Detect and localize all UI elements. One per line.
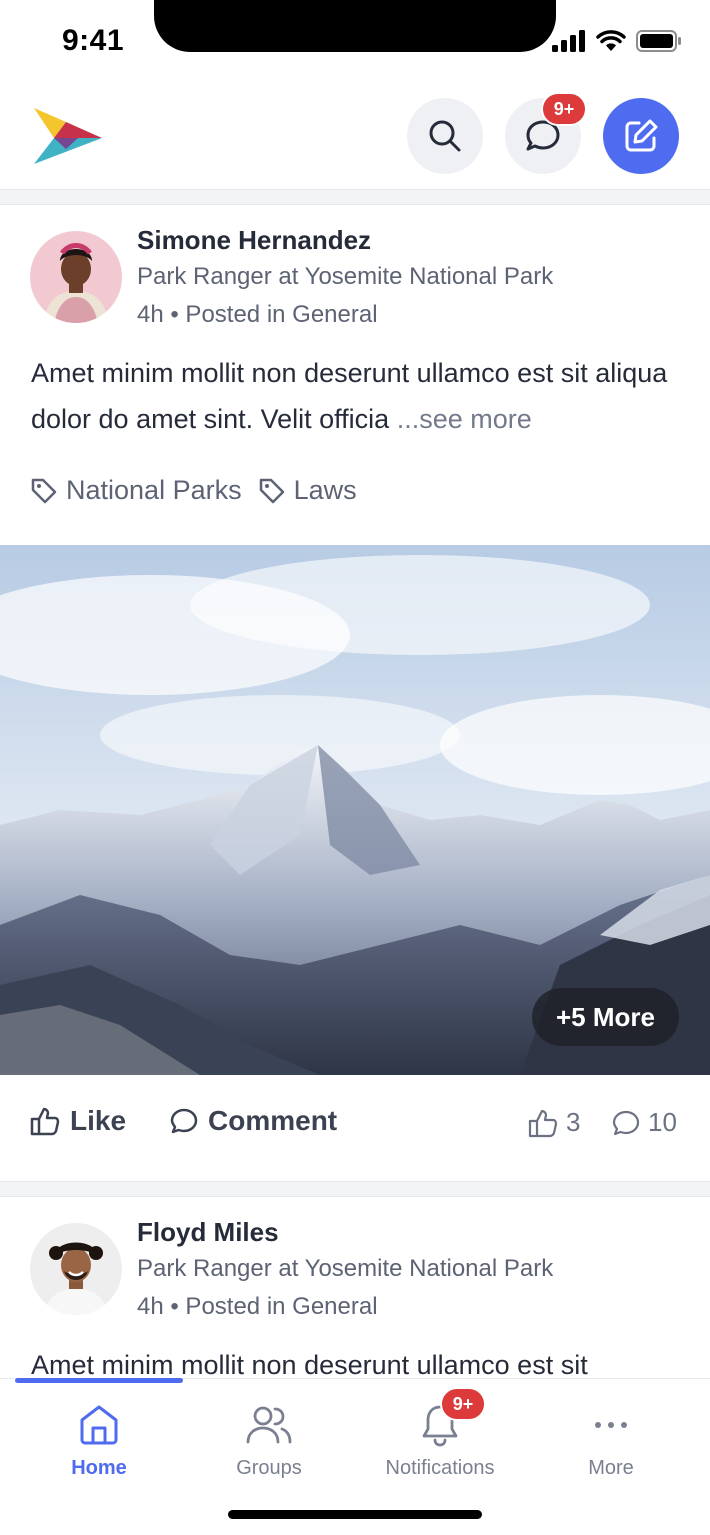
post-tags: National Parks Laws <box>30 475 357 506</box>
search-button[interactable] <box>407 98 483 174</box>
see-more-link[interactable]: ...see more <box>397 404 532 434</box>
tag-icon <box>31 478 57 503</box>
battery-icon <box>636 30 681 52</box>
home-indicator <box>228 1510 482 1519</box>
post-text: Amet minim mollit non deserunt ullamco e… <box>31 350 681 442</box>
status-bar: 9:41 <box>0 0 710 88</box>
tab-groups[interactable]: Groups <box>180 1379 358 1499</box>
tag-label: National Parks <box>66 475 242 505</box>
like-count-value: 3 <box>566 1107 581 1137</box>
tab-label: Groups <box>236 1457 302 1479</box>
comment-icon <box>612 1110 640 1135</box>
tab-more[interactable]: More <box>522 1379 700 1499</box>
tag-national-parks[interactable]: National Parks <box>30 475 242 506</box>
home-icon <box>80 1405 118 1445</box>
tag-laws[interactable]: Laws <box>258 475 357 506</box>
thumbs-up-icon <box>528 1109 558 1137</box>
tag-icon <box>259 478 284 503</box>
post-meta: 4h • Posted in General <box>137 301 378 328</box>
tab-label: More <box>588 1457 634 1479</box>
tab-home[interactable]: Home <box>10 1379 188 1499</box>
device-notch <box>154 0 556 52</box>
avatar[interactable] <box>30 231 122 323</box>
wifi-icon <box>596 30 626 51</box>
like-label: Like <box>70 1105 127 1136</box>
more-photos-button[interactable]: +5 More <box>532 988 679 1046</box>
active-tab-indicator <box>15 1378 183 1383</box>
post-author-name[interactable]: Simone Hernandez <box>137 225 371 256</box>
post-author-title: Park Ranger at Yosemite National Park <box>137 263 554 290</box>
comment-button[interactable]: Comment <box>170 1105 337 1137</box>
tab-label: Home <box>71 1457 127 1479</box>
like-count[interactable]: 3 <box>528 1107 580 1138</box>
post-meta: 4h • Posted in General <box>137 1293 378 1320</box>
comment-icon <box>170 1108 198 1134</box>
post-image[interactable]: +5 More <box>0 545 710 1075</box>
comment-count-value: 10 <box>648 1107 677 1137</box>
post-body: Amet minim mollit non deserunt ullamco e… <box>31 358 668 434</box>
compose-button[interactable] <box>603 98 679 174</box>
search-icon <box>429 120 461 152</box>
status-time: 9:41 <box>62 24 125 57</box>
comment-count[interactable]: 10 <box>612 1107 677 1138</box>
tab-label: Notifications <box>385 1457 495 1479</box>
post-author-title: Park Ranger at Yosemite National Park <box>137 1255 554 1282</box>
messages-badge: 9+ <box>541 92 587 126</box>
notifications-badge: 9+ <box>440 1387 486 1421</box>
post-card: Simone Hernandez Park Ranger at Yosemite… <box>0 204 710 1182</box>
comment-label: Comment <box>208 1105 338 1136</box>
tag-label: Laws <box>293 475 357 505</box>
edit-icon <box>625 119 658 152</box>
more-icon <box>595 1422 627 1428</box>
messages-button[interactable]: 9+ <box>505 92 587 174</box>
tab-notifications[interactable]: 9+ Notifications <box>351 1379 529 1499</box>
avatar[interactable] <box>30 1223 122 1315</box>
post-actions: Like Comment 3 10 <box>0 1095 710 1165</box>
app-header: 9+ <box>0 88 710 190</box>
app-logo[interactable] <box>32 104 104 168</box>
post-author-name[interactable]: Floyd Miles <box>137 1217 279 1248</box>
thumbs-up-icon <box>30 1107 60 1136</box>
status-icons <box>552 30 682 52</box>
users-icon <box>246 1406 292 1444</box>
signal-icon <box>552 30 585 52</box>
like-button[interactable]: Like <box>30 1105 126 1137</box>
